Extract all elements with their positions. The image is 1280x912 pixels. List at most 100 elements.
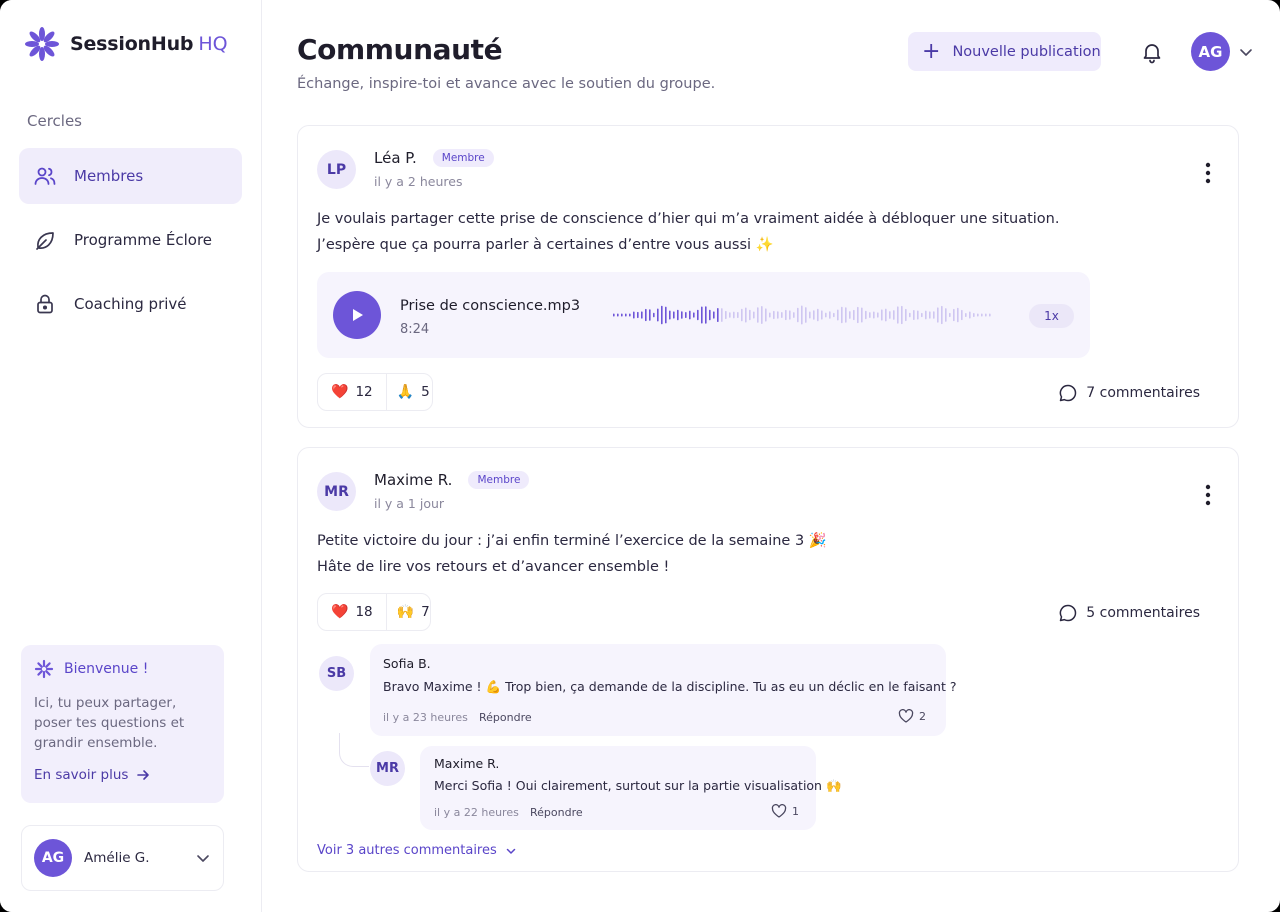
reactions-bar: ❤️ 12 🙏 5 [317, 373, 433, 411]
waveform-bar [749, 309, 751, 321]
account-menu-toggle[interactable] [1238, 44, 1254, 64]
waveform-bar [737, 311, 739, 319]
comment-text: Bravo Maxime ! 💪 Trop bien, ça demande d… [383, 679, 957, 694]
waveform-bar [785, 309, 787, 321]
notifications-button[interactable] [1140, 40, 1164, 68]
waveform-bar [765, 308, 767, 322]
author-name[interactable]: Maxime R. [374, 471, 452, 489]
waveform-bar [685, 311, 687, 319]
reaction-pray[interactable]: 🙏 5 [385, 374, 443, 410]
bell-icon [1143, 44, 1161, 64]
waveform-bar [745, 307, 747, 323]
waveform-bar [753, 311, 755, 319]
waveform-bar [965, 312, 967, 318]
show-more-comments-button[interactable]: Voir 3 autres commentaires [317, 843, 517, 858]
lock-icon [33, 292, 57, 316]
reaction-raised-hands[interactable]: 🙌 7 [385, 594, 443, 630]
waveform-bar [693, 312, 695, 318]
avatar[interactable]: MR [370, 751, 405, 786]
waveform-bar [641, 311, 643, 319]
post-options-button[interactable] [1205, 484, 1211, 510]
waveform-bar [953, 308, 955, 322]
waveform-bar [777, 311, 779, 319]
reply-button[interactable]: Répondre [530, 806, 583, 819]
post-line: Petite victoire du jour : j’ai enfin ter… [317, 533, 827, 549]
waveform-bar [789, 310, 791, 320]
comments-button[interactable]: 5 commentaires [1058, 603, 1200, 623]
sidebar-item-label: Programme Éclore [74, 231, 213, 249]
waveform-bar [845, 307, 847, 323]
audio-waveform[interactable] [613, 298, 997, 332]
heart-emoji: ❤️ [331, 604, 349, 620]
waveform-bar [797, 307, 799, 323]
welcome-card: Bienvenue ! Ici, tu peux partager, poser… [21, 645, 224, 803]
play-icon [353, 309, 363, 321]
waveform-bar [661, 305, 663, 325]
waveform-bar [729, 312, 731, 318]
author-name[interactable]: Léa P. [374, 149, 417, 167]
plus-icon: + [922, 38, 941, 64]
comment-icon [1059, 604, 1077, 622]
sidebar-item-label: Membres [74, 167, 144, 185]
waveform-bar [725, 310, 727, 320]
sidebar-item-programme-eclore[interactable]: Programme Éclore [19, 212, 242, 268]
post-line: J’espère que ça pourra parler à certaine… [317, 237, 774, 253]
avatar[interactable]: MR [317, 472, 356, 511]
flower-logo-icon [25, 27, 59, 61]
leaf-icon [33, 228, 57, 252]
heart-outline-icon [771, 804, 787, 818]
waveform-bar [829, 311, 831, 319]
reply-button[interactable]: Répondre [479, 711, 532, 724]
learn-more-link[interactable]: En savoir plus [34, 767, 211, 783]
waveform-bar [937, 307, 939, 323]
reactions-bar: ❤️ 18 🙌 7 [317, 593, 431, 631]
avatar: AG [34, 839, 72, 877]
brand[interactable]: SessionHub HQ [24, 26, 228, 62]
playback-speed-button[interactable]: 1x [1029, 304, 1074, 328]
waveform-bar [817, 308, 819, 322]
waveform-bar [841, 306, 843, 324]
comment-author[interactable]: Maxime R. [434, 756, 499, 771]
comment-author[interactable]: Sofia B. [383, 656, 431, 671]
new-post-button[interactable]: + Nouvelle publication [908, 32, 1101, 71]
waveform-bar [677, 309, 679, 321]
waveform-bar [793, 312, 795, 318]
sidebar-item-membres[interactable]: Membres [19, 148, 242, 204]
page-title: Communauté [297, 33, 503, 66]
waveform-bar [889, 311, 891, 319]
avatar[interactable]: LP [317, 150, 356, 189]
comments-button[interactable]: 7 commentaires [1058, 383, 1200, 403]
waveform-bar [617, 313, 619, 317]
waveform-bar [673, 311, 675, 319]
avatar: AG [1191, 32, 1230, 71]
like-button[interactable]: 2 [898, 709, 926, 723]
waveform-bar [649, 309, 651, 321]
waveform-bar [849, 311, 851, 319]
reaction-count: 12 [355, 384, 373, 400]
play-button[interactable] [333, 291, 381, 339]
waveform-bar [813, 310, 815, 320]
header-avatar[interactable]: AG [1191, 32, 1230, 71]
post-card: MR Maxime R. Membre il y a 1 jour Petite… [297, 447, 1239, 872]
like-button[interactable]: 1 [771, 804, 799, 818]
waveform-bar [821, 310, 823, 320]
waveform-bar [869, 312, 871, 318]
reaction-heart[interactable]: ❤️ 18 [318, 594, 386, 630]
waveform-bar [689, 310, 691, 320]
waveform-bar [741, 308, 743, 322]
page-subtitle: Échange, inspire-toi et avance avec le s… [297, 76, 716, 92]
waveform-bar [977, 313, 979, 317]
comment-bubble: Maxime R. Merci Sofia ! Oui clairement, … [420, 746, 842, 830]
avatar[interactable]: SB [319, 656, 354, 691]
waveform-bar [857, 306, 859, 324]
waveform-bar [873, 311, 875, 319]
post-options-button[interactable] [1205, 162, 1211, 188]
post-timestamp: il y a 2 heures [374, 174, 463, 189]
member-badge: Membre [432, 149, 494, 167]
sidebar-item-coaching-prive[interactable]: Coaching privé [19, 276, 242, 332]
new-post-label: Nouvelle publication [952, 43, 1101, 60]
reaction-heart[interactable]: ❤️ 12 [318, 374, 386, 410]
waveform-bar [669, 310, 671, 320]
waveform-bar [973, 312, 975, 318]
current-user-menu[interactable]: AG Amélie G. [21, 825, 224, 891]
